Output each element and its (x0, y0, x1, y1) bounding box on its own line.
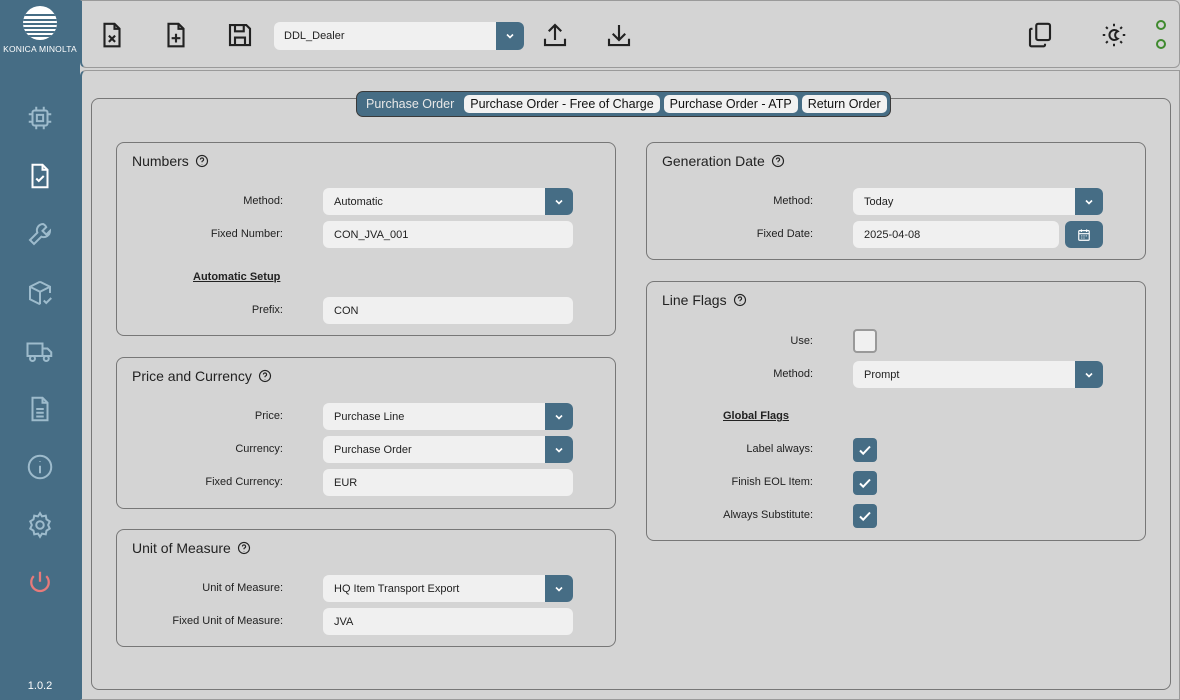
unit-of-measure-select[interactable]: HQ Item Transport Export (323, 575, 573, 602)
price-currency-section: Price and Currency Price: Purchase Line … (116, 357, 616, 509)
currency-label: Currency: (235, 443, 283, 455)
content-frame: Numbers Method: Automatic Fixed Number: … (91, 98, 1171, 690)
chevron-down-icon[interactable] (1075, 188, 1103, 215)
document-check-icon[interactable] (24, 160, 56, 192)
flags-method-select[interactable]: Prompt (853, 361, 1103, 388)
unit-of-measure-section: Unit of Measure Unit of Measure: HQ Item… (116, 529, 616, 647)
tab-return-order[interactable]: Return Order (801, 95, 887, 113)
app-version: 1.0.2 (27, 680, 53, 692)
new-file-icon[interactable] (158, 17, 194, 53)
toolbar: DDL_Dealer (80, 0, 1180, 68)
label-always-checkbox[interactable] (853, 438, 877, 462)
global-flags-heading: Global Flags (723, 410, 790, 422)
chevron-down-icon[interactable] (545, 403, 573, 430)
price-label: Price: (254, 410, 283, 422)
wrench-icon[interactable] (24, 218, 56, 250)
line-flags-section: Line Flags Use: Method: Prompt Global Fl… (646, 281, 1146, 541)
flags-method-label: Method: (773, 368, 813, 380)
fixed-uom-label: Fixed Unit of Measure: (172, 615, 283, 627)
fixed-date-input[interactable]: 2025-04-08 (853, 221, 1059, 248)
fixed-number-input[interactable]: CON_JVA_001 (323, 221, 573, 248)
box-check-icon[interactable] (24, 277, 56, 309)
generation-date-section: Generation Date Method: Today Fixed Date… (646, 142, 1146, 260)
copy-icon[interactable] (1022, 17, 1058, 53)
fixed-currency-input[interactable]: EUR (323, 469, 573, 496)
fixed-uom-input[interactable]: JVA (323, 608, 573, 635)
globe-logo-icon (23, 6, 57, 40)
prefix-input[interactable]: CON (323, 297, 573, 324)
use-checkbox[interactable] (853, 329, 877, 353)
line-flags-title: Line Flags (662, 292, 747, 308)
numbers-title: Numbers (132, 153, 209, 169)
calendar-icon[interactable] (1065, 221, 1103, 248)
sidebar: KONICA MINOLTA 1.0.2 (0, 0, 80, 700)
document-lines-icon[interactable] (24, 393, 56, 425)
help-icon[interactable] (195, 154, 209, 168)
config-select[interactable]: DDL_Dealer (274, 22, 524, 50)
price-currency-title: Price and Currency (132, 368, 272, 384)
gear-icon[interactable] (24, 509, 56, 541)
tab-purchase-order-atp[interactable]: Purchase Order - ATP (663, 95, 798, 113)
chevron-down-icon[interactable] (496, 22, 524, 50)
numbers-section: Numbers Method: Automatic Fixed Number: … (116, 142, 616, 336)
chip-icon[interactable] (24, 102, 56, 134)
help-icon[interactable] (733, 293, 747, 307)
fixed-currency-label: Fixed Currency: (205, 476, 283, 488)
automatic-setup-heading: Automatic Setup (193, 271, 281, 283)
fixed-number-label: Fixed Number: (210, 228, 283, 240)
theme-toggle-icon[interactable] (1096, 17, 1132, 53)
currency-select[interactable]: Purchase Order (323, 436, 573, 463)
chevron-down-icon[interactable] (545, 188, 573, 215)
upload-icon[interactable] (537, 17, 573, 53)
unit-of-measure-title: Unit of Measure (132, 540, 251, 556)
method-label: Method: (243, 195, 283, 207)
finish-eol-checkbox[interactable] (853, 471, 877, 495)
generation-date-title: Generation Date (662, 153, 785, 169)
unit-of-measure-label: Unit of Measure: (202, 582, 283, 594)
info-icon[interactable] (24, 451, 56, 483)
prefix-label: Prefix: (251, 304, 283, 316)
help-icon[interactable] (258, 369, 272, 383)
brand-name: KONICA MINOLTA (3, 44, 77, 54)
chevron-down-icon[interactable] (545, 575, 573, 602)
price-select[interactable]: Purchase Line (323, 403, 573, 430)
gen-method-label: Method: (773, 195, 813, 207)
gen-method-select[interactable]: Today (853, 188, 1103, 215)
fixed-date-label: Fixed Date: (756, 228, 813, 240)
brand-logo: KONICA MINOLTA (0, 0, 80, 66)
download-icon[interactable] (601, 17, 637, 53)
numbers-method-select[interactable]: Automatic (323, 188, 573, 215)
label-always-label: Label always: (746, 443, 813, 455)
save-icon[interactable] (222, 17, 258, 53)
main-panel: Numbers Method: Automatic Fixed Number: … (80, 70, 1180, 700)
order-type-tabs: Purchase Order Purchase Order - Free of … (356, 91, 891, 117)
always-substitute-checkbox[interactable] (853, 504, 877, 528)
power-icon[interactable] (24, 567, 56, 599)
tab-purchase-order-free-of-charge[interactable]: Purchase Order - Free of Charge (464, 95, 660, 113)
help-icon[interactable] (771, 154, 785, 168)
status-indicator-bottom (1156, 39, 1166, 49)
tab-purchase-order[interactable]: Purchase Order (360, 95, 461, 113)
chevron-down-icon[interactable] (545, 436, 573, 463)
chevron-down-icon[interactable] (1075, 361, 1103, 388)
config-select-value: DDL_Dealer (284, 30, 345, 42)
always-substitute-label: Always Substitute: (723, 509, 813, 521)
use-label: Use: (790, 335, 813, 347)
truck-icon[interactable] (24, 335, 56, 367)
finish-eol-label: Finish EOL Item: (731, 476, 813, 488)
close-file-icon[interactable] (94, 17, 130, 53)
status-indicator-top (1156, 20, 1166, 30)
help-icon[interactable] (237, 541, 251, 555)
